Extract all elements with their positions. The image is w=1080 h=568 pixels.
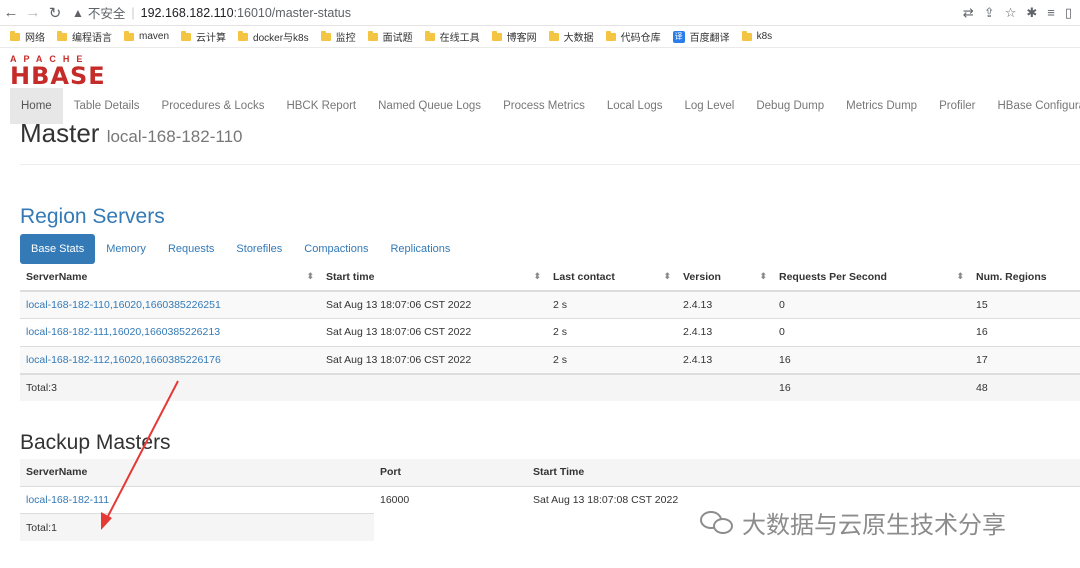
bookmark-item[interactable]: maven	[124, 30, 169, 42]
folder-icon	[548, 30, 559, 41]
region-servers-table: ServerName ⬍ Start time ⬍ Last contact ⬍ Versi…	[20, 264, 1080, 401]
region-servers-heading: Region Servers	[20, 205, 165, 228]
warning-icon: ▲	[72, 5, 84, 20]
folder-icon	[320, 30, 331, 41]
column-header[interactable]: Start time ⬍	[320, 264, 547, 292]
bookmark-item[interactable]: 博客网	[491, 29, 537, 44]
bookmark-item[interactable]: 云计算	[181, 29, 226, 44]
region-servers-tabs: Base Stats Memory Requests Storefiles Compac…	[20, 234, 1080, 264]
column-header[interactable]: ServerName ⬍	[20, 264, 320, 292]
sort-icon[interactable]: ⬍	[663, 271, 671, 282]
tab-compactions[interactable]: Compactions	[293, 234, 379, 264]
tab-replications[interactable]: Replications	[379, 234, 461, 264]
server-link[interactable]: local-168-182-111,16020,1660385226213	[26, 326, 220, 338]
insecure-label: 不安全	[87, 7, 126, 21]
tab-storefiles[interactable]: Storefiles	[225, 234, 293, 264]
folder-icon	[57, 30, 67, 41]
folder-icon	[741, 30, 752, 41]
server-link[interactable]: local-168-182-112,16020,1660385226176	[26, 354, 221, 366]
browser-toolbar: ← → ↻ ▲ 不安全 | 192.168.182.110:16010/mast…	[0, 0, 1080, 26]
bookmark-item[interactable]: 在线工具	[424, 29, 480, 44]
folder-icon	[181, 30, 192, 41]
sort-icon[interactable]: ⬍	[956, 271, 964, 282]
address-bar[interactable]: ▲ 不安全 | 192.168.182.110:16010/master-sta…	[72, 2, 963, 24]
folder-icon	[238, 30, 249, 41]
folder-icon	[424, 30, 435, 41]
bookmark-item[interactable]: docker与k8s	[238, 29, 309, 44]
backup-master-link[interactable]: local-168-182-111	[26, 494, 109, 506]
page-title: Master local-168-182-110	[20, 118, 243, 148]
backup-masters-heading: Backup Masters	[20, 431, 171, 454]
hbase-logo[interactable]: APACHE HBASE	[10, 55, 106, 89]
back-icon[interactable]: ←	[0, 4, 22, 21]
share-icon[interactable]: ⇪	[984, 5, 995, 21]
column-header: Port	[374, 459, 527, 487]
bookmark-item[interactable]: 网络	[10, 29, 45, 44]
extensions-icon[interactable]: ✱	[1026, 5, 1037, 21]
star-icon[interactable]: ☆	[1005, 5, 1017, 21]
tab-memory[interactable]: Memory	[95, 234, 157, 264]
bookmark-item[interactable]: 大数据	[548, 29, 594, 44]
table-row: local-168-182-112,16020,1660385226176 Sat…	[20, 345, 1080, 374]
bookmark-item[interactable]: 监控	[320, 29, 356, 44]
column-header[interactable]: Last contact ⬍	[547, 264, 677, 292]
sidebar-icon[interactable]: ▯	[1065, 5, 1072, 21]
bookmark-item[interactable]: 编程语言	[57, 29, 112, 44]
column-header: Start Time	[527, 459, 1080, 487]
sort-icon[interactable]: ⬍	[759, 271, 767, 282]
sort-icon[interactable]: ⬍	[533, 271, 541, 282]
translate-bookmark-icon: 译	[672, 30, 685, 43]
folder-icon	[124, 30, 134, 41]
column-header[interactable]: Version ⬍	[677, 264, 773, 292]
column-header[interactable]: Num. Regions	[970, 264, 1080, 292]
total-row: Total:3 16 48	[20, 372, 1080, 401]
bookmark-item[interactable]: 译百度翻译	[672, 29, 730, 44]
bookmark-item[interactable]: 面试题	[367, 29, 413, 44]
translate-icon[interactable]: ⇄	[963, 5, 974, 21]
bookmark-item[interactable]: k8s	[741, 30, 772, 42]
wechat-icon	[700, 509, 736, 537]
folder-icon	[10, 30, 20, 41]
folder-icon	[491, 30, 502, 41]
reading-list-icon[interactable]: ≡	[1047, 5, 1055, 21]
reload-icon[interactable]: ↻	[44, 4, 66, 22]
column-header[interactable]: Requests Per Second ⬍	[773, 264, 970, 292]
tab-base-stats[interactable]: Base Stats	[20, 234, 96, 264]
watermark: 大数据与云原生技术分享	[700, 505, 1006, 540]
sort-icon[interactable]: ⬍	[306, 271, 314, 282]
master-host: local-168-182-110	[106, 127, 243, 146]
table-row: local-168-182-110,16020,1660385226251 Sat…	[20, 290, 1080, 319]
bookmarks-bar: 网络 编程语言 maven 云计算 docker与k8s 监控 面试题 在线工具 博客网 大数据代…	[0, 26, 1080, 48]
forward-icon[interactable]: →	[22, 4, 44, 21]
server-link[interactable]: local-168-182-110,16020,1660385226251	[26, 299, 221, 311]
url-host: 192.168.182.110	[140, 5, 234, 20]
url-path: :16010/master-status	[233, 5, 351, 20]
column-header: ServerName	[20, 459, 374, 487]
bookmark-item[interactable]: 代码仓库	[605, 29, 661, 44]
table-row: local-168-182-111,16020,1660385226213 Sat…	[20, 318, 1080, 346]
folder-icon	[605, 30, 616, 41]
tab-requests[interactable]: Requests	[157, 234, 225, 264]
folder-icon	[367, 30, 378, 41]
